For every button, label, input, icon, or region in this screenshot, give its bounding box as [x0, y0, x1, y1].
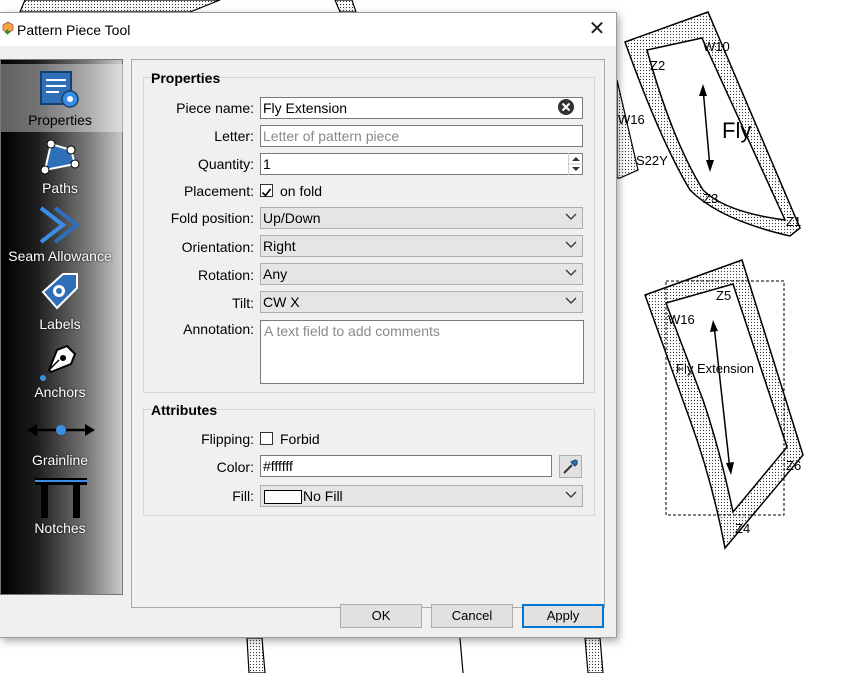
seam-allowance-icon	[39, 206, 81, 244]
notches-icon	[35, 478, 87, 518]
piece-name-input[interactable]: Fly Extension	[260, 97, 583, 119]
canvas-label: Z6	[786, 458, 802, 473]
forbid-flipping-checkbox[interactable]	[260, 432, 273, 445]
piece-name-label: Piece name:	[176, 100, 254, 116]
chevron-down-icon	[565, 491, 577, 498]
eyedropper-icon	[563, 459, 578, 474]
on-fold-label: on fold	[280, 183, 323, 199]
canvas-label: Fly	[722, 118, 752, 143]
tilt-value: CW X	[263, 294, 300, 310]
properties-group-title: Properties	[151, 70, 221, 86]
fill-label: Fill:	[232, 488, 254, 504]
color-picker-button[interactable]	[559, 455, 582, 478]
forbid-flipping-label: Forbid	[280, 431, 320, 447]
orientation-select[interactable]: Right	[260, 235, 583, 257]
sidebar-item-label: Seam Allowance	[8, 248, 112, 264]
canvas-label: Z3	[703, 191, 719, 206]
sidebar-item-label: Anchors	[34, 384, 86, 400]
app-icon	[2, 21, 14, 35]
canvas-label: S22Y	[636, 153, 668, 168]
chevron-down-icon	[565, 213, 577, 220]
anchors-icon	[40, 344, 77, 381]
canvas-label: W16	[618, 112, 645, 127]
placement-label: Placement:	[183, 183, 254, 199]
sidebar-item-anchors[interactable]: Anchors	[1, 336, 123, 404]
cancel-button[interactable]: Cancel	[431, 604, 513, 628]
sidebar-item-grainline[interactable]: Grainline	[1, 404, 123, 472]
chevron-down-icon	[565, 269, 577, 276]
fill-select[interactable]: No Fill	[260, 485, 583, 507]
rotation-value: Any	[263, 266, 288, 282]
sidebar-item-label: Paths	[42, 180, 78, 196]
properties-icon	[40, 71, 79, 108]
annotation-label: Annotation:	[183, 321, 254, 337]
color-label: Color:	[216, 459, 254, 475]
rotation-label: Rotation:	[197, 267, 254, 283]
sidebar-item-label: Properties	[28, 112, 92, 128]
canvas-label: W10	[703, 39, 730, 54]
attributes-group-title: Attributes	[151, 402, 218, 418]
on-fold-checkbox[interactable]	[260, 184, 273, 197]
sidebar-item-paths[interactable]: Paths	[1, 132, 123, 200]
sidebar-item-label: Labels	[39, 316, 81, 332]
close-button[interactable]: ✕	[582, 16, 612, 42]
spin-arrows-icon[interactable]	[568, 153, 583, 175]
fold-position-value: Up/Down	[263, 210, 321, 226]
fold-position-select[interactable]: Up/Down	[260, 207, 583, 229]
fill-value: No Fill	[303, 488, 343, 504]
canvas-label: W16	[668, 312, 695, 327]
canvas-label: Z1	[786, 214, 802, 229]
canvas-label: Z5	[716, 288, 732, 303]
fill-swatch	[264, 490, 302, 504]
sidebar-item-seam-allowance[interactable]: Seam Allowance	[1, 200, 123, 268]
flipping-label: Flipping:	[201, 431, 254, 447]
fly-extension-piece[interactable]	[644, 259, 804, 550]
partial-piece	[616, 79, 639, 179]
title-bar[interactable]: Pattern Piece Tool ✕	[0, 13, 616, 46]
color-input[interactable]: #ffffff	[260, 455, 552, 477]
sidebar: Properties Paths Seam Allowance Labels A…	[0, 59, 123, 595]
sidebar-item-notches[interactable]: Notches	[1, 472, 123, 540]
letter-label: Letter:	[214, 128, 254, 144]
letter-input[interactable]: Letter of pattern piece	[260, 125, 583, 147]
labels-icon	[41, 273, 78, 310]
rotation-select[interactable]: Any	[260, 263, 583, 285]
canvas-label: Z2	[650, 58, 666, 73]
quantity-label: Quantity:	[197, 156, 254, 172]
grainline-icon	[27, 424, 95, 436]
chevron-down-icon	[565, 297, 577, 304]
quantity-stepper[interactable]: 1	[260, 153, 583, 175]
tilt-select[interactable]: CW X	[260, 291, 583, 313]
chevron-down-icon	[565, 241, 577, 248]
orientation-value: Right	[263, 238, 296, 254]
canvas-label: Fly Extension	[676, 361, 755, 376]
clear-input-icon[interactable]	[557, 98, 575, 116]
orientation-label: Orientation:	[181, 239, 254, 255]
sidebar-item-label: Grainline	[31, 452, 89, 468]
sidebar-item-labels[interactable]: Labels	[1, 268, 123, 336]
canvas-label: Z4	[735, 521, 751, 536]
checkmark-icon	[261, 188, 272, 197]
fold-position-label: Fold position:	[170, 210, 254, 226]
annotation-textarea[interactable]: A text field to add comments	[260, 320, 584, 384]
paths-icon	[40, 139, 80, 175]
sidebar-item-label: Notches	[34, 520, 86, 536]
window-title: Pattern Piece Tool	[17, 22, 131, 38]
tilt-label: Tilt:	[231, 295, 254, 311]
sidebar-item-properties[interactable]: Properties	[1, 64, 123, 132]
apply-button[interactable]: Apply	[522, 604, 604, 628]
pattern-piece-dialog: Pattern Piece Tool ✕ Properties Paths Se…	[0, 12, 617, 638]
ok-button[interactable]: OK	[340, 604, 422, 628]
